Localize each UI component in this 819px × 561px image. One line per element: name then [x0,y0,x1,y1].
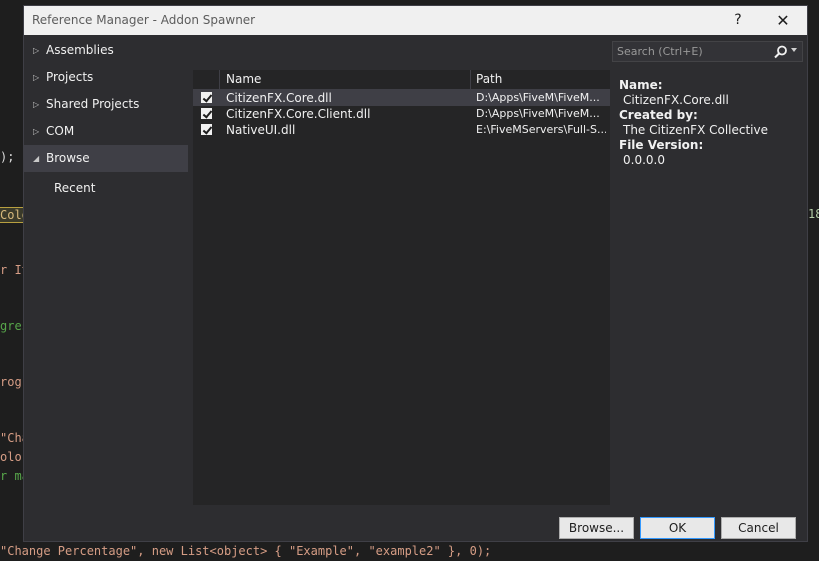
sidebar-item-label: Assemblies [46,43,114,57]
sidebar: ▷ Assemblies ▷ Projects ▷ Shared Project… [24,36,188,506]
reference-path: D:\Apps\FiveM\FiveM... [476,107,600,120]
reference-path: E:\FiveMServers\Full-S... [476,123,606,136]
sidebar-item-recent[interactable]: Recent [24,175,188,202]
sidebar-item-label: COM [46,124,75,138]
sidebar-item-assemblies[interactable]: ▷ Assemblies [24,37,188,64]
detail-name-value: CitizenFX.Core.dll [623,93,729,107]
table-row[interactable]: NativeUI.dll E:\FiveMServers\Full-S... [193,122,610,138]
include-checkbox[interactable] [201,124,212,135]
reference-path: D:\Apps\FiveM\FiveM... [476,91,600,104]
close-icon[interactable]: ✕ [761,6,805,35]
column-header-name[interactable]: Name [226,70,261,89]
table-row[interactable]: CitizenFX.Core.dll D:\Apps\FiveM\FiveM..… [193,90,610,106]
table-row[interactable]: CitizenFX.Core.Client.dll D:\Apps\FiveM\… [193,106,610,122]
expand-arrow-icon: ▷ [33,100,40,109]
editor-fragment: 18 [808,207,819,221]
help-button[interactable]: ? [716,6,760,35]
details-panel: Name: CitizenFX.Core.dll Created by: The… [619,78,804,168]
browse-button[interactable]: Browse... [559,517,634,539]
include-checkbox[interactable] [201,108,212,119]
list-header: Name Path [193,70,610,90]
search-input[interactable] [617,44,767,59]
reference-name: CitizenFX.Core.Client.dll [226,107,371,121]
ok-button[interactable]: OK [640,517,715,539]
column-separator[interactable] [470,70,471,89]
detail-version-value: 0.0.0.0 [623,153,665,167]
detail-version-label: File Version: [619,138,704,152]
reference-list: Name Path CitizenFX.Core.dll D:\Apps\Fiv… [193,70,610,505]
expand-arrow-icon: ▷ [33,46,40,55]
include-checkbox[interactable] [201,92,212,103]
cancel-button[interactable]: Cancel [721,517,796,539]
window-title: Reference Manager - Addon Spawner [32,13,256,27]
sidebar-item-label: Recent [54,181,96,195]
sidebar-item-browse[interactable]: ◢ Browse [24,145,188,172]
sidebar-item-label: Shared Projects [46,97,140,111]
reference-name: NativeUI.dll [226,123,296,137]
sidebar-item-projects[interactable]: ▷ Projects [24,64,188,91]
sidebar-item-shared-projects[interactable]: ▷ Shared Projects [24,91,188,118]
sidebar-item-label: Browse [46,151,90,165]
expand-arrow-icon: ▷ [33,73,40,82]
reference-manager-dialog: Reference Manager - Addon Spawner ? ✕ ▷ … [23,5,808,542]
column-header-path[interactable]: Path [476,70,502,89]
search-box[interactable] [612,41,803,62]
search-icon[interactable] [773,44,789,60]
detail-created-value: The CitizenFX Collective [623,123,769,137]
collapse-arrow-icon: ◢ [33,154,40,163]
editor-fragment: ); [0,150,15,164]
detail-created-label: Created by: [619,108,698,122]
sidebar-item-label: Projects [46,70,94,84]
reference-name: CitizenFX.Core.dll [226,91,332,105]
editor-bottom-line: "Change Percentage", new List<object> { … [0,544,492,558]
expand-arrow-icon: ▷ [33,127,40,136]
sidebar-item-com[interactable]: ▷ COM [24,118,188,145]
detail-name-label: Name: [619,78,663,92]
column-separator[interactable] [219,70,220,89]
title-bar: Reference Manager - Addon Spawner ? ✕ [24,6,807,35]
search-options-dropdown-icon[interactable] [791,48,797,52]
